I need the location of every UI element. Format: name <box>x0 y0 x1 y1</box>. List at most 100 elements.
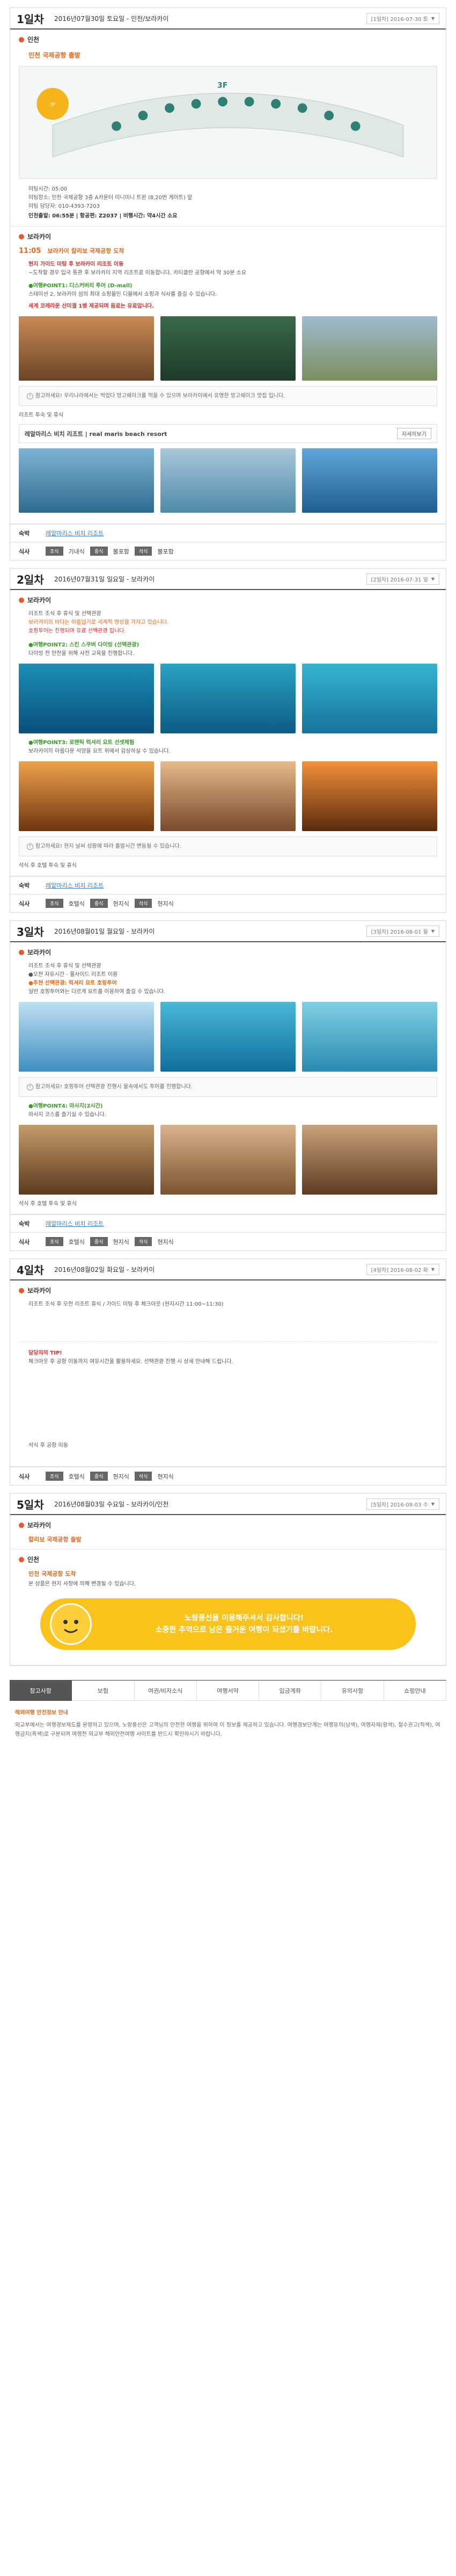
tab-notes[interactable]: 참고사항 <box>10 1680 72 1701</box>
meal-breakfast-tag: 조식 <box>46 899 63 908</box>
location-pin-icon <box>19 949 24 955</box>
meal-label: 식사 <box>19 1238 30 1246</box>
location-label: 인천 <box>27 1556 40 1563</box>
photo-resort-2 <box>160 448 296 513</box>
chevron-down-icon: ▼ <box>431 1267 435 1272</box>
point-2-desc: 다이빙 전 안전을 위해 사전 교육을 진행합니다. <box>28 651 135 657</box>
photo-diving-1 <box>19 664 154 733</box>
photo-massage-3 <box>302 1125 437 1195</box>
schedule-line: 보라카이의 바다는 아름답기로 세계적 명성을 가지고 있습니다. <box>28 620 169 625</box>
photo-snorkel-1 <box>160 1002 296 1072</box>
location-pin-icon <box>19 234 24 239</box>
tab-account[interactable]: 입금계좌 <box>259 1680 322 1701</box>
meal-dinner-tag: 석식 <box>134 1237 152 1246</box>
info-icon: ! <box>27 1084 33 1090</box>
photo-sunset-2 <box>160 761 296 831</box>
day-2: 2일차 2016년07월31일 일요일 - 보라카이 [2일차] 2016-07… <box>10 568 446 913</box>
day-number: 4일차 <box>17 1263 44 1277</box>
photo-sunset-3 <box>302 761 437 831</box>
meal-dinner-tag: 석식 <box>134 1472 152 1481</box>
point-1-desc: 스테이션 2, 보라카이 섬의 최대 쇼핑몰인 디몰에서 쇼핑과 식사를 즐길 … <box>28 292 217 297</box>
day-header: 5일차 2016년08월03일 수요일 - 보라카이/인천 [5일차] 2016… <box>10 1494 446 1515</box>
tab-caution[interactable]: 유의사항 <box>321 1680 384 1701</box>
meal-breakfast: 기내식 <box>68 548 85 555</box>
schedule-line: ●추천 선택관광: 럭셔리 요트 호핑투어 <box>28 980 117 986</box>
location-label: 인천 <box>27 36 40 43</box>
stay-row: 숙박 레알마리스 비치 리조트 <box>10 1214 446 1232</box>
photo-resort-3 <box>302 448 437 513</box>
point-2-title: ●여행POINT2: 스킨 스쿠버 다이빙 (선택관광) <box>28 642 139 648</box>
location-pin-icon <box>19 37 24 42</box>
day-date: 2016년07월30일 토요일 - 인천/보라카이 <box>54 14 169 23</box>
day-select[interactable]: [3일차] 2016-08-01 월 ▼ <box>366 925 439 937</box>
day-number: 2일차 <box>17 573 44 586</box>
tip-note: ! 참고하세요! 현지 날씨 상황에 따라 출발시간 변동될 수 있습니다. <box>19 836 437 856</box>
evening-text: 석식 후 호텔 투숙 및 휴식 <box>19 1201 77 1207</box>
location-label: 보라카이 <box>27 1522 52 1529</box>
schedule-line: 일반 호핑투어와는 다르게 요트를 이용하여 즐길 수 있습니다. <box>28 989 166 995</box>
info-icon: ! <box>27 393 33 399</box>
info-icon: ! <box>27 843 33 850</box>
meal-breakfast: 호텔식 <box>68 1473 85 1480</box>
stay-label: 숙박 <box>19 530 30 537</box>
photo-massage-1 <box>19 1125 154 1195</box>
meal-lunch-tag: 중식 <box>90 547 108 556</box>
hotel-detail-button[interactable]: 자세히보기 <box>397 428 431 439</box>
photo-starbucks <box>160 316 296 381</box>
meal-row: 식사 조식 호텔식 중식 현지식 석식 현지식 <box>10 1467 446 1485</box>
meal-lunch-tag: 중식 <box>90 899 108 908</box>
meal-breakfast-tag: 조식 <box>46 547 63 556</box>
tab-insurance[interactable]: 보험 <box>72 1680 135 1701</box>
day-select[interactable]: [2일차] 2016-07-31 일 ▼ <box>366 573 439 585</box>
svg-text:3F: 3F <box>217 82 227 90</box>
banner-line-1: 노랑풍선을 이용해주셔서 감사합니다! <box>184 1614 304 1622</box>
stay-row: 숙박 레알마리스 비치 리조트 <box>10 524 446 542</box>
tab-shopping[interactable]: 쇼핑안내 <box>384 1680 446 1701</box>
photo-snorkel-2 <box>302 1002 437 1072</box>
photo-street <box>302 316 437 381</box>
stay-link[interactable]: 레알마리스 비치 리조트 <box>46 881 104 890</box>
day-3: 3일차 2016년08월01일 월요일 - 보라카이 [3일차] 2016-08… <box>10 920 446 1251</box>
stay-link[interactable]: 레알마리스 비치 리조트 <box>46 1219 104 1228</box>
photo-sunset-1 <box>19 761 154 831</box>
meal-lunch-tag: 중식 <box>90 1472 108 1481</box>
svg-text:3F: 3F <box>50 102 56 107</box>
day-date: 2016년07월31일 일요일 - 보라카이 <box>54 575 155 583</box>
stay-label: 숙박 <box>19 882 30 889</box>
day-select[interactable]: [4일차] 2016-08-02 화 ▼ <box>366 1263 439 1275</box>
airport-map-image: 3F 3F <box>19 66 437 179</box>
banner-line-2: 소중한 추억으로 남은 즐거운 여행이 되셨기를 바랍니다. <box>155 1626 333 1634</box>
meal-label: 식사 <box>19 900 30 907</box>
day-5: 5일차 2016년08월03일 수요일 - 보라카이/인천 [5일차] 2016… <box>10 1493 446 1666</box>
tab-passport[interactable]: 여권/비자소식 <box>134 1680 197 1701</box>
tip-note: ! 참고하세요! 호핑투어 선택관광 진행시 물속에서도 투어를 진행합니다. <box>19 1077 437 1097</box>
schedule-line: 리조트 조식 후 휴식 및 선택관광 <box>28 611 101 617</box>
location-pin-icon <box>19 1556 24 1562</box>
meal-row: 식사 조식 호텔식 중식 현지식 석식 현지식 <box>10 1232 446 1250</box>
location-pin-icon <box>19 1287 24 1293</box>
photo-diving-2 <box>160 664 296 733</box>
photo-dmall <box>19 316 154 381</box>
stay-label: 숙박 <box>19 1220 30 1227</box>
schedule-line: 리조트 조식 후 오전 리조트 휴식 / 가이드 미팅 후 체크아웃 (현지시간… <box>28 1301 224 1307</box>
tab-pledge[interactable]: 여행서약 <box>196 1680 260 1701</box>
tip-title: 담당자의 TIP! <box>28 1350 62 1356</box>
day-date: 2016년08월01일 월요일 - 보라카이 <box>54 927 155 935</box>
meeting-contact: 미팅 담당자: 010-4393-7203 <box>28 203 100 209</box>
chevron-down-icon: ▼ <box>431 1501 435 1507</box>
arrival-title: 보라카이 칼리보 국제공항 도착 <box>47 248 124 254</box>
stay-link[interactable]: 레알마리스 비치 리조트 <box>46 529 104 537</box>
day-select[interactable]: [5일차] 2016-08-03 수 ▼ <box>366 1498 439 1510</box>
point-4-title: ●여행POINT4: 마사지(2시간) <box>28 1103 103 1109</box>
meal-dinner: 현지식 <box>157 1473 174 1480</box>
hotel-name: 레알마리스 비치 리조트 | real maris beach resort <box>25 430 167 438</box>
arrive-title: 인천 국제공항 도착 <box>28 1570 76 1577</box>
day-header: 4일차 2016년08월02일 화요일 - 보라카이 [4일차] 2016-08… <box>10 1259 446 1280</box>
day-number: 3일차 <box>17 925 44 938</box>
meal-row: 식사 조식 호텔식 중식 현지식 석식 현지식 <box>10 894 446 912</box>
notice-title: 해외여행 안전정보 안내 <box>15 1710 68 1716</box>
mascot-icon <box>50 1603 92 1645</box>
day-select[interactable]: [1일차] 2016-07-30 토 ▼ <box>366 12 439 24</box>
day-date: 2016년08월03일 수요일 - 보라카이/인천 <box>54 1500 169 1508</box>
location-label: 보라카이 <box>27 596 52 604</box>
